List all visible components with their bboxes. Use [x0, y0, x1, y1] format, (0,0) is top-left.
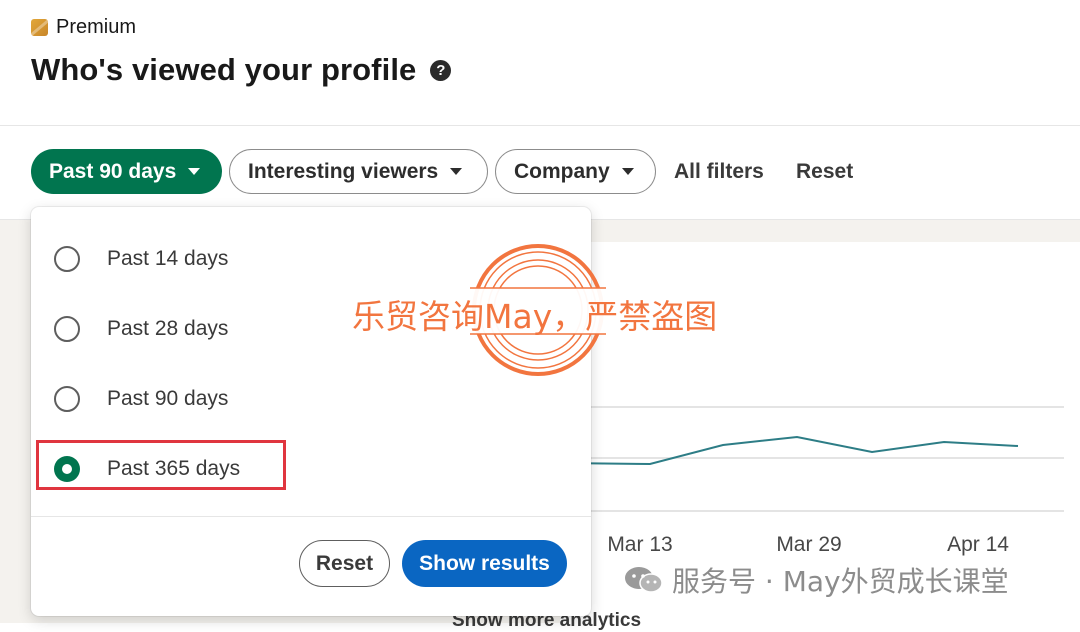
premium-badge: Premium	[31, 16, 136, 39]
option-label: Past 365 days	[107, 457, 241, 480]
caret-down-icon	[450, 168, 463, 175]
option-past-14-days[interactable]: Past 14 days	[31, 229, 591, 289]
views-chart-card: Mar 13 Mar 29 Apr 14	[560, 242, 1080, 623]
radio-button[interactable]	[54, 246, 80, 272]
x-tick-label: Mar 13	[607, 533, 672, 556]
x-tick-label: Mar 29	[776, 533, 841, 556]
reset-filters-button[interactable]: Reset	[796, 149, 853, 194]
filter-bar: Past 90 days Interesting viewers Company…	[0, 126, 1080, 220]
radio-button-selected[interactable]	[54, 456, 80, 482]
date-range-dropdown: Past 14 days Past 28 days Past 90 days P…	[31, 207, 591, 616]
all-filters-button[interactable]: All filters	[674, 149, 764, 194]
option-past-28-days[interactable]: Past 28 days	[31, 299, 591, 359]
show-results-button[interactable]: Show results	[402, 540, 567, 587]
company-filter-button[interactable]: Company	[495, 149, 656, 194]
radio-button[interactable]	[54, 386, 80, 412]
option-label: Past 90 days	[107, 387, 229, 410]
views-series-line	[560, 435, 1019, 466]
divider	[31, 516, 591, 517]
viewers-filter-label: Interesting viewers	[248, 159, 439, 183]
caret-down-icon	[621, 168, 634, 175]
company-filter-label: Company	[514, 159, 610, 183]
page-header: Premium Who's viewed your profile ?	[0, 0, 1080, 126]
x-tick-label: Apr 14	[947, 533, 1009, 556]
premium-icon	[31, 19, 48, 36]
viewers-filter-button[interactable]: Interesting viewers	[229, 149, 488, 194]
premium-label: Premium	[56, 16, 137, 38]
radio-button[interactable]	[54, 316, 80, 342]
option-label: Past 14 days	[107, 247, 229, 270]
views-line-chart: Mar 13 Mar 29 Apr 14	[560, 406, 1064, 556]
reset-button[interactable]: Reset	[299, 540, 390, 587]
question-circle-icon[interactable]: ?	[430, 59, 452, 81]
date-range-filter-label: Past 90 days	[49, 159, 177, 183]
option-past-365-days[interactable]: Past 365 days	[31, 439, 591, 499]
date-range-filter-button[interactable]: Past 90 days	[31, 149, 222, 194]
caret-down-icon	[188, 168, 201, 175]
option-past-90-days[interactable]: Past 90 days	[31, 369, 591, 429]
option-label: Past 28 days	[107, 317, 229, 340]
page-title: Who's viewed your profile	[31, 52, 417, 87]
